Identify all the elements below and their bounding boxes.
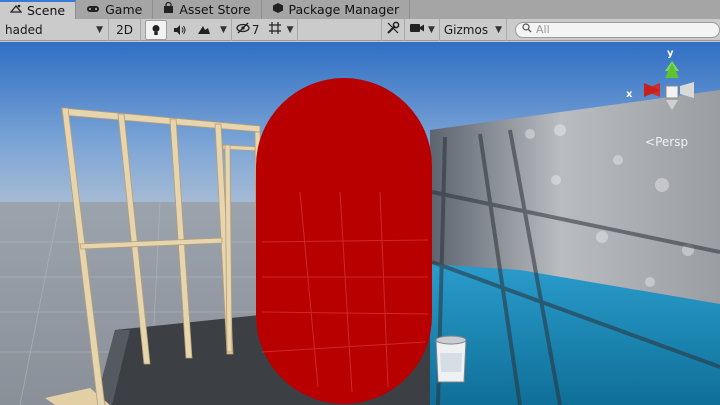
tab-scene-label: Scene [27, 3, 66, 18]
gamepad-icon [86, 2, 100, 17]
effects-toggle-icon[interactable] [193, 20, 215, 40]
gizmo-y-label: y [667, 48, 674, 59]
scene-toggles-group: ▼ [141, 18, 232, 41]
tools-button[interactable] [380, 18, 405, 41]
arrow-left-icon: < [645, 135, 656, 149]
gizmos-label: Gizmos [443, 22, 489, 37]
tab-game-label: Game [105, 2, 143, 17]
scene-viewport[interactable]: y x <Persp [0, 42, 720, 405]
chevron-down-icon: ▼ [96, 24, 103, 35]
scene-toolbar: haded ▼ 2D ▼ 7 ▼ ▼ Gizmos ▼ All [0, 18, 720, 41]
store-bag-icon [163, 1, 174, 17]
scene-icon [9, 3, 23, 18]
tab-package-manager[interactable]: Package Manager [262, 0, 411, 19]
window-tab-bar: Scene Game Asset Store Package Manager [0, 0, 720, 19]
gizmos-dropdown[interactable]: Gizmos ▼ [440, 18, 507, 41]
audio-toggle-icon[interactable] [169, 20, 191, 40]
tab-asset-store[interactable]: Asset Store [153, 0, 262, 19]
gizmo-x-label: x [626, 89, 633, 100]
tab-game[interactable]: Game [76, 0, 154, 19]
shading-mode-label: haded [5, 22, 43, 37]
search-icon [522, 23, 532, 36]
scene-search-input[interactable]: All [515, 21, 720, 38]
shading-mode-dropdown[interactable]: haded ▼ [0, 18, 109, 41]
2d-toggle-button[interactable]: 2D [109, 18, 141, 41]
tab-package-manager-label: Package Manager [288, 2, 400, 17]
tab-asset-store-label: Asset Store [179, 2, 251, 17]
camera-dropdown-icon: ▼ [427, 24, 435, 35]
package-icon [272, 2, 284, 17]
wrench-tools-icon [386, 21, 400, 38]
projection-toggle[interactable]: <Persp [645, 135, 688, 149]
gizmos-chevron-down-icon: ▼ [495, 24, 502, 35]
grid-dropdown-icon[interactable]: ▼ [287, 25, 294, 35]
2d-toggle-label: 2D [116, 22, 133, 37]
paint-bucket [435, 335, 467, 383]
scene-render [0, 42, 720, 405]
effects-dropdown-icon[interactable]: ▼ [220, 25, 227, 35]
hidden-count: 7 [251, 22, 260, 37]
projection-label: Persp [655, 135, 689, 149]
camera-settings-button[interactable]: ▼ [405, 18, 440, 41]
grid-snap-icon[interactable] [268, 21, 282, 38]
camera-icon [409, 22, 425, 37]
visibility-toggle-button[interactable]: 7 ▼ [232, 18, 299, 41]
lighting-toggle-icon[interactable] [145, 19, 167, 40]
tab-scene[interactable]: Scene [0, 0, 77, 19]
search-placeholder: All [536, 23, 550, 36]
hidden-eye-icon [236, 22, 250, 37]
